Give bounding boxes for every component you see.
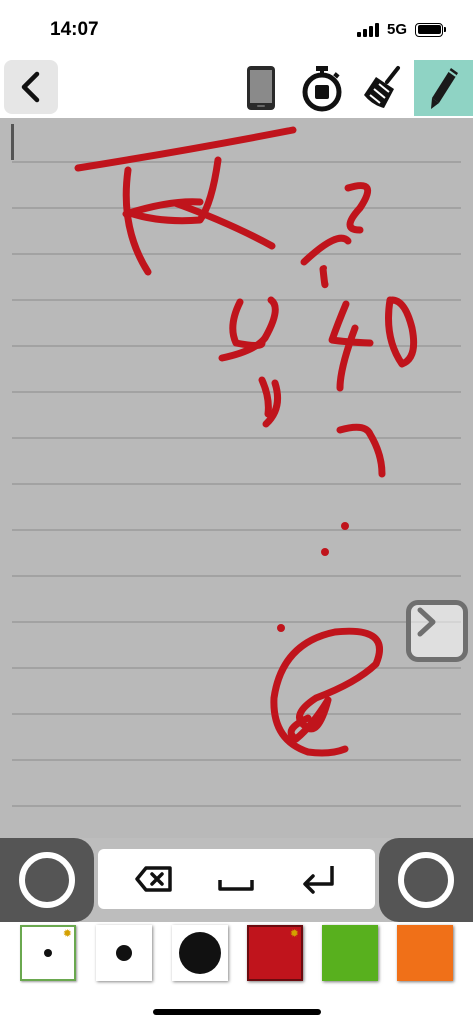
stroke — [122, 166, 152, 276]
stroke-dot — [321, 265, 327, 271]
pen-size-small-swatch[interactable]: ✹ — [20, 925, 76, 981]
stroke — [171, 199, 276, 250]
settings-badge-icon: ✹ — [289, 928, 299, 940]
stroke — [336, 423, 386, 478]
timer-button[interactable] — [295, 60, 349, 116]
stroke — [385, 296, 418, 368]
stroke — [336, 324, 359, 392]
device-button[interactable] — [234, 60, 288, 116]
status-bar: 14:07 5G — [0, 0, 473, 60]
pen-palette: ✹ ✹ — [0, 922, 473, 992]
backspace-icon — [135, 866, 172, 892]
chevron-left-icon — [21, 71, 40, 103]
toolbar — [0, 58, 473, 118]
dot-medium-icon — [116, 945, 132, 961]
color-swatch-orange[interactable] — [397, 925, 453, 981]
backspace-button[interactable] — [124, 855, 184, 903]
pencil-icon — [430, 68, 458, 109]
stopwatch-icon — [302, 66, 342, 112]
pen-tool-button[interactable] — [414, 60, 473, 116]
stroke-dot — [277, 624, 285, 632]
back-button[interactable] — [4, 60, 58, 114]
stroke — [300, 234, 352, 266]
circle-icon — [19, 852, 75, 908]
color-swatch-green[interactable] — [322, 925, 378, 981]
status-time: 14:07 — [50, 19, 99, 40]
stroke — [258, 376, 272, 418]
color-swatch-red[interactable]: ✹ — [247, 925, 303, 981]
keypad — [98, 849, 375, 909]
stroke-dot — [321, 548, 329, 556]
stroke-dot — [322, 281, 328, 287]
space-button[interactable] — [206, 855, 266, 903]
keypad-row — [0, 838, 473, 922]
space-icon — [218, 880, 254, 891]
stroke-dot — [341, 522, 349, 530]
signal-icon — [356, 22, 379, 37]
handwriting-canvas[interactable] — [0, 118, 473, 838]
pen-size-large-swatch[interactable] — [172, 925, 228, 981]
clear-button[interactable] — [356, 60, 410, 116]
settings-badge-icon: ✹ — [62, 928, 72, 940]
battery-icon — [415, 22, 446, 37]
ruled-paper — [11, 124, 461, 807]
chevron-right-icon — [417, 607, 436, 637]
ruled-lines — [12, 161, 461, 807]
broom-icon — [364, 66, 400, 108]
phone-icon — [247, 66, 275, 110]
right-circle-button[interactable] — [379, 838, 473, 922]
status-indicators: 5G — [356, 21, 446, 38]
dot-small-icon — [44, 949, 52, 957]
home-indicator — [153, 1009, 321, 1015]
next-page-button[interactable] — [406, 600, 468, 662]
left-circle-button[interactable] — [0, 838, 94, 922]
circle-icon — [398, 852, 454, 908]
return-button[interactable] — [288, 855, 348, 903]
pen-size-medium-swatch[interactable] — [96, 925, 152, 981]
stroke — [229, 298, 266, 349]
stroke — [270, 627, 383, 757]
text-cursor — [11, 124, 14, 160]
handwriting-strokes — [74, 126, 418, 757]
network-label: 5G — [386, 21, 407, 38]
dot-large-icon — [179, 932, 221, 974]
return-icon — [303, 866, 334, 894]
